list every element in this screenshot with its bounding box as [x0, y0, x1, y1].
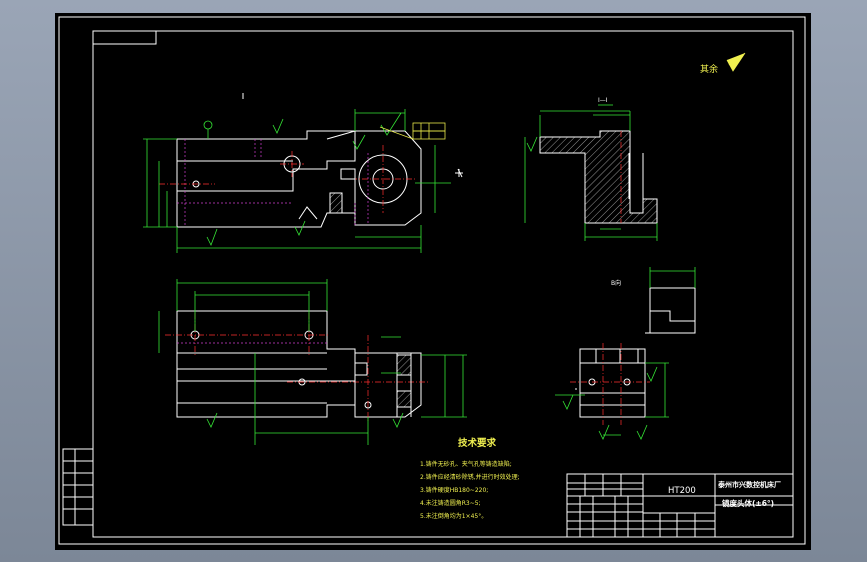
top-view — [165, 310, 430, 423]
roughness-label: 其余 — [700, 63, 718, 75]
roughness-note: 其余 — [700, 52, 746, 75]
drawing-sheet[interactable]: I—I 其余 B向 技术要求 1.铸件无砂孔、夹气孔等铸造缺陷; 2.铸件应经清… — [55, 13, 811, 550]
b-view-dimensions — [555, 267, 696, 440]
front-view-dimensions — [143, 93, 463, 253]
tech-req-item: 2.铸件应经清砂除锈,并进行时效处理; — [420, 473, 520, 481]
company-name: 泰州市兴数控机床厂 — [717, 480, 781, 489]
section-label-top: I—I — [598, 97, 608, 104]
front-view — [159, 130, 422, 228]
tech-requirements: 技术要求 1.铸件无砂孔、夹气孔等铸造缺陷; 2.铸件应经清砂除锈,并进行时效处… — [420, 437, 520, 520]
cad-viewport[interactable]: I—I 其余 B向 技术要求 1.铸件无砂孔、夹气孔等铸造缺陷; 2.铸件应经清… — [0, 0, 867, 562]
section-view: I—I — [524, 97, 658, 241]
b-view: B向 — [570, 279, 696, 425]
corner-code-box — [92, 30, 157, 45]
title-block: HT200 泰州市兴数控机床厂 镜度头体(±6°) — [566, 473, 794, 538]
section-label-bottom: B向 — [611, 279, 621, 287]
tech-req-title: 技术要求 — [458, 437, 497, 449]
tech-req-item: 3.铸件硬度HB180~220; — [420, 486, 488, 494]
binding-table — [62, 448, 94, 526]
part-name: 镜度头体(±6°) — [722, 498, 774, 508]
tech-req-item: 4.未注铸造圆角R3~5; — [420, 499, 481, 507]
material-label: HT200 — [668, 486, 696, 496]
drawing-canvas: I—I 其余 B向 技术要求 1.铸件无砂孔、夹气孔等铸造缺陷; 2.铸件应经清… — [58, 16, 806, 545]
tech-req-item: 1.铸件无砂孔、夹气孔等铸造缺陷; — [420, 460, 512, 468]
tech-req-item: 5.未注倒角均为1×45°。 — [420, 512, 487, 520]
